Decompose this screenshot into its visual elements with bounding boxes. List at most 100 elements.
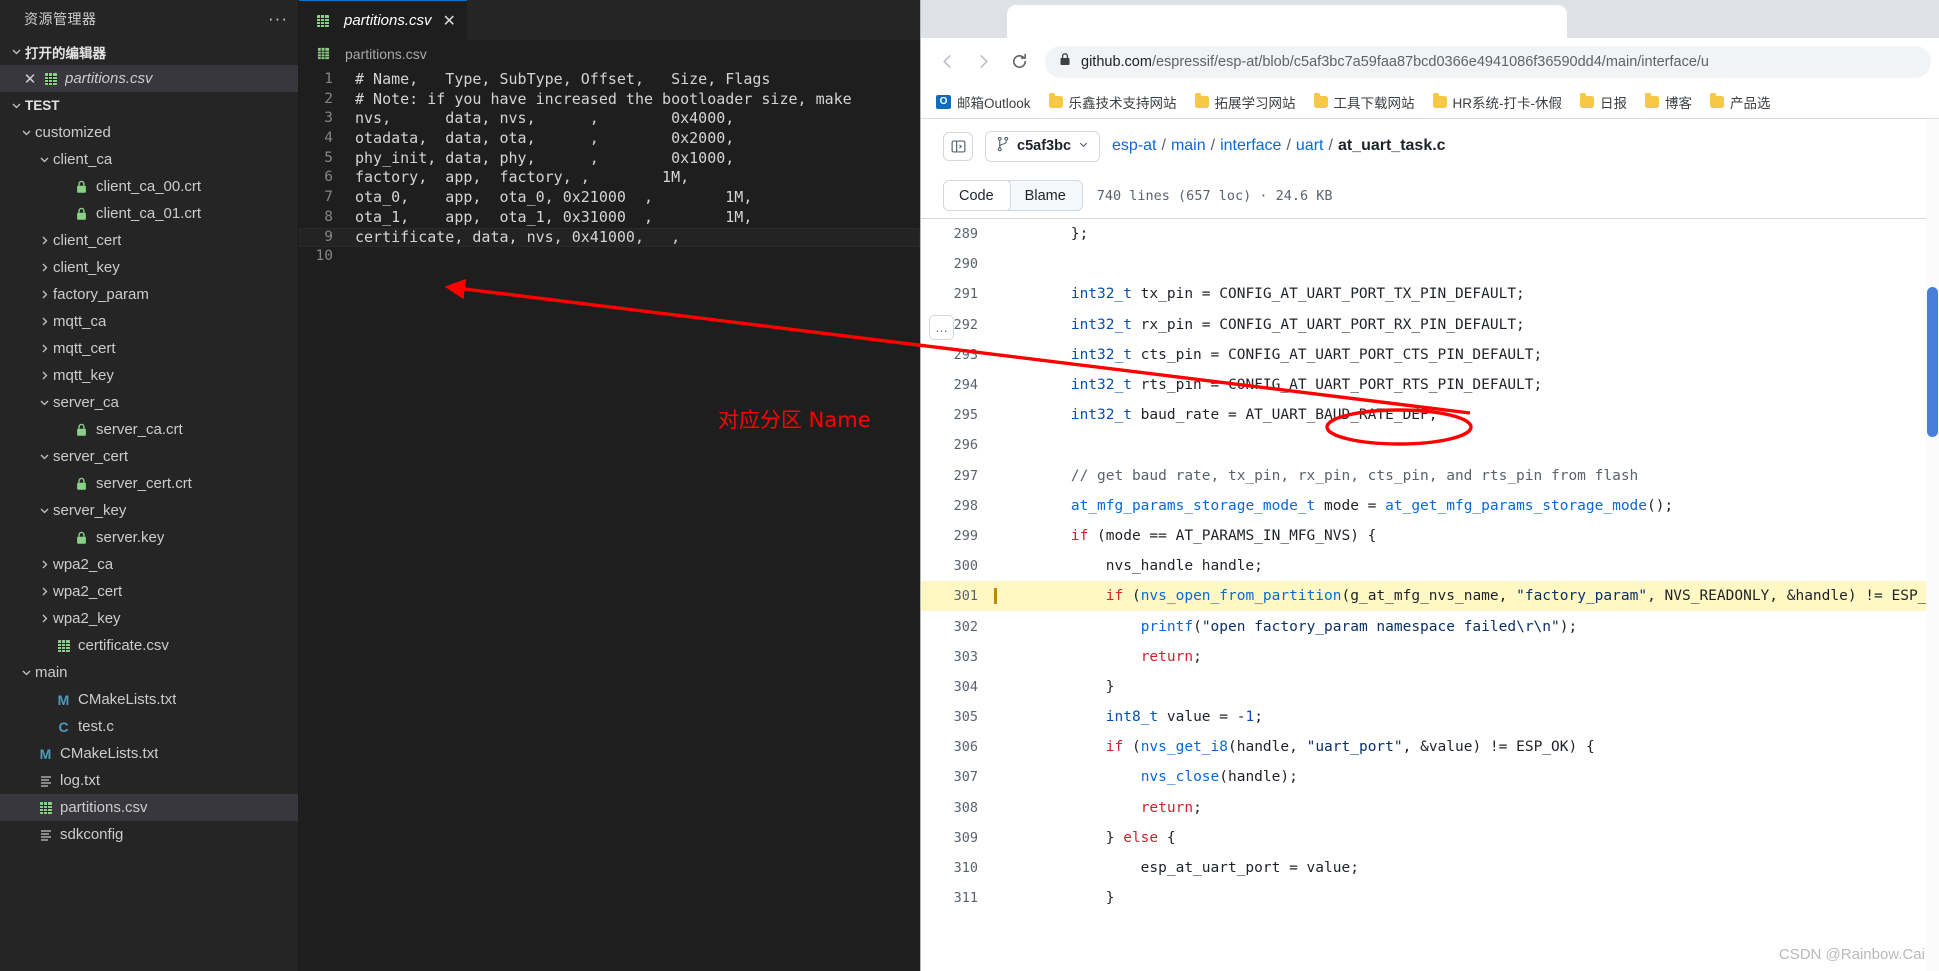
- tree-item-wpa2-key[interactable]: wpa2_key: [0, 605, 298, 632]
- breadcrumb[interactable]: partitions.csv: [299, 40, 920, 67]
- tree-item-certificate-csv[interactable]: certificate.csv: [0, 632, 298, 659]
- open-editor-item-partitions-csv[interactable]: ✕ partitions.csv: [0, 65, 298, 92]
- tree-item-label: test.c: [78, 718, 114, 735]
- tree-item-mqtt-ca[interactable]: mqtt_ca: [0, 308, 298, 335]
- tab-blame[interactable]: Blame: [1009, 181, 1082, 210]
- expand-hidden-lines-button[interactable]: …: [929, 315, 954, 340]
- chevron-right-icon: [36, 559, 53, 570]
- tree-item-wpa2-ca[interactable]: wpa2_ca: [0, 551, 298, 578]
- browser-tab[interactable]: [1007, 5, 1567, 38]
- back-icon[interactable]: [929, 44, 965, 80]
- tree-item-partitions-csv[interactable]: partitions.csv: [0, 794, 298, 821]
- csv-line: 3 nvs, data, nvs, , 0x4000,: [299, 109, 920, 129]
- sidebar-toggle-icon[interactable]: [943, 131, 973, 161]
- tree-item-sdkconfig[interactable]: sdkconfig: [0, 821, 298, 848]
- tab-partitions-csv[interactable]: partitions.csv ✕: [299, 0, 467, 40]
- tree-item-mqtt-cert[interactable]: mqtt_cert: [0, 335, 298, 362]
- line-content: nvs_close(handle);: [1140, 769, 1298, 786]
- tree-item-mqtt-key[interactable]: mqtt_key: [0, 362, 298, 389]
- page-scrollbar[interactable]: [1926, 119, 1939, 971]
- tree-item-client-key[interactable]: client_key: [0, 254, 298, 281]
- line-text: # Name, Type, SubType, Offset, Size, Fla…: [355, 70, 771, 88]
- tab-code[interactable]: Code: [943, 181, 1010, 210]
- line-number[interactable]: 307: [921, 769, 997, 785]
- line-number[interactable]: 300: [921, 558, 997, 574]
- bookmark-item[interactable]: 产品选: [1701, 89, 1780, 115]
- tree-item-log-txt[interactable]: log.txt: [0, 767, 298, 794]
- tree-item-client-ca-01-crt[interactable]: client_ca_01.crt: [0, 200, 298, 227]
- line-number[interactable]: 290: [921, 256, 997, 272]
- bookmark-item[interactable]: 拓展学习网站: [1186, 89, 1305, 115]
- tree-item-client-cert[interactable]: client_cert: [0, 227, 298, 254]
- breadcrumb-main[interactable]: main: [1171, 137, 1206, 155]
- tree-item-cmakelists-txt[interactable]: M CMakeLists.txt: [0, 686, 298, 713]
- forward-icon[interactable]: [965, 44, 1001, 80]
- tree-item-server-cert[interactable]: server_cert: [0, 443, 298, 470]
- csv-line: 1 # Name, Type, SubType, Offset, Size, Fl…: [299, 70, 920, 90]
- line-number[interactable]: 302: [921, 619, 997, 635]
- bookmark-item[interactable]: 日报: [1571, 89, 1636, 115]
- line-number[interactable]: 303: [921, 649, 997, 665]
- explorer-more-icon[interactable]: ···: [268, 10, 288, 27]
- tree-item-server-ca-crt[interactable]: server_ca.crt: [0, 416, 298, 443]
- breadcrumb-esp-at[interactable]: esp-at: [1112, 137, 1156, 155]
- scrollbar-thumb[interactable]: [1927, 287, 1938, 437]
- branch-selector[interactable]: c5af3bc: [985, 130, 1101, 162]
- line-number[interactable]: 295: [921, 407, 997, 423]
- line-number[interactable]: 298: [921, 498, 997, 514]
- tree-item-label: factory_param: [53, 286, 149, 303]
- line-number[interactable]: 299: [921, 528, 997, 544]
- github-breadcrumb[interactable]: esp-at / main / interface / uart / at_uart_task.…: [1112, 137, 1446, 155]
- line-number[interactable]: 304: [921, 679, 997, 695]
- bookmark-item[interactable]: 乐鑫技术支持网站: [1040, 89, 1186, 115]
- line-number[interactable]: 309: [921, 830, 997, 846]
- csv-file-icon: [53, 639, 74, 653]
- tree-item-server-key[interactable]: server_key: [0, 497, 298, 524]
- open-editors-section[interactable]: 打开的编辑器: [0, 38, 298, 65]
- tree-item-test-c[interactable]: Ctest.c: [0, 713, 298, 740]
- breadcrumb-uart[interactable]: uart: [1296, 137, 1324, 155]
- line-number[interactable]: 296: [921, 437, 997, 453]
- tree-item-wpa2-cert[interactable]: wpa2_cert: [0, 578, 298, 605]
- tree-item-factory-param[interactable]: factory_param: [0, 281, 298, 308]
- project-root-row[interactable]: TEST: [0, 92, 298, 119]
- tree-item-cmakelists-txt[interactable]: M CMakeLists.txt: [0, 740, 298, 767]
- bookmark-item[interactable]: 邮箱Outlook: [927, 89, 1040, 115]
- bookmark-item[interactable]: HR系统-打卡-休假: [1424, 89, 1572, 115]
- reload-icon[interactable]: [1001, 44, 1037, 80]
- line-content: int8_t value = -1;: [1105, 709, 1263, 726]
- text-file-icon: [35, 774, 56, 788]
- tree-item-main[interactable]: main: [0, 659, 298, 686]
- line-number[interactable]: 310: [921, 860, 997, 876]
- address-bar[interactable]: github.com/espressif/esp-at/blob/c5af3bc…: [1045, 45, 1931, 78]
- tree-item-server-cert-crt[interactable]: server_cert.crt: [0, 470, 298, 497]
- line-number[interactable]: 291: [921, 286, 997, 302]
- tree-item-customized[interactable]: customized: [0, 119, 298, 146]
- bookmark-item[interactable]: 工具下载网站: [1305, 89, 1424, 115]
- line-number[interactable]: 306: [921, 739, 997, 755]
- line-number[interactable]: 311: [921, 890, 997, 906]
- github-code-view[interactable]: 289 }; 290 291 int32_t tx_pin = CONFIG_AT_…: [921, 219, 1939, 919]
- bookmark-item[interactable]: 博客: [1636, 89, 1701, 115]
- csv-code-area[interactable]: 1 # Name, Type, SubType, Offset, Size, Fl…: [299, 67, 920, 971]
- code-blame-toggle[interactable]: Code Blame: [943, 180, 1083, 211]
- tree-item-server-ca[interactable]: server_ca: [0, 389, 298, 416]
- line-number[interactable]: 308: [921, 800, 997, 816]
- line-text: # Note: if you have increased the bootlo…: [355, 89, 852, 108]
- line-number[interactable]: 289: [921, 226, 997, 242]
- tree-item-client-ca[interactable]: client_ca: [0, 146, 298, 173]
- watermark: CSDN @Rainbow.Cai: [1778, 946, 1925, 963]
- chevron-right-icon: [36, 262, 53, 273]
- line-number[interactable]: 301: [921, 588, 997, 604]
- line-number[interactable]: 293: [921, 347, 997, 363]
- tree-item-client-ca-00-crt[interactable]: client_ca_00.crt: [0, 173, 298, 200]
- code-line: 311 }: [921, 883, 1939, 913]
- line-number[interactable]: 297: [921, 468, 997, 484]
- tab-close-icon[interactable]: ✕: [443, 11, 456, 31]
- tree-item-server-key[interactable]: server.key: [0, 524, 298, 551]
- line-number[interactable]: 305: [921, 709, 997, 725]
- cmake-file-icon: M: [57, 691, 70, 708]
- line-number[interactable]: 294: [921, 377, 997, 393]
- breadcrumb-interface[interactable]: interface: [1220, 137, 1281, 155]
- close-icon[interactable]: ✕: [20, 70, 40, 88]
